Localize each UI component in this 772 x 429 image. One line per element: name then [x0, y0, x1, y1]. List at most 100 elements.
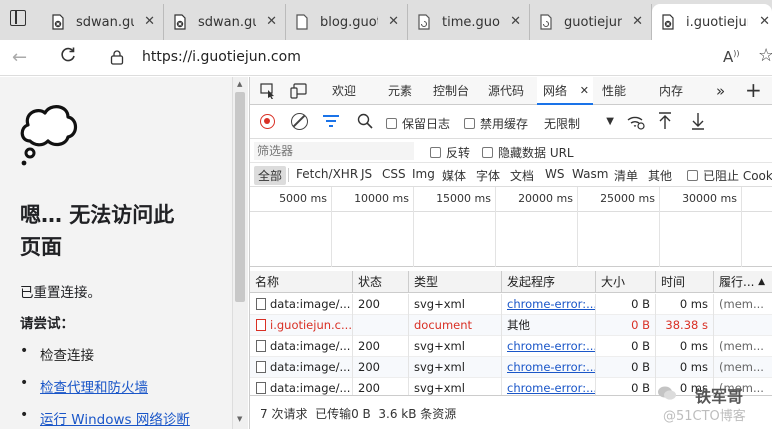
blocked-cookies-checkbox[interactable]: 已阻止 Cook [687, 167, 772, 184]
clear-icon[interactable] [291, 113, 308, 130]
column-header-status[interactable]: 状态 [353, 271, 409, 293]
type-filter-doc[interactable]: 文档 [510, 167, 534, 184]
bullet-icon: • [20, 375, 29, 391]
url-text[interactable]: https://i.guotiejun.com [142, 49, 301, 65]
preserve-log-checkbox[interactable]: 保留日志 [386, 115, 450, 132]
browser-tab-strip: sdwan.guc ✕ sdwan.guc ✕ blog.guoti ✕ tim… [0, 0, 772, 40]
type-filter-all[interactable]: 全部 [254, 166, 287, 185]
export-har-icon[interactable] [691, 111, 705, 131]
timeline-tick-label: 20000 ms [518, 192, 573, 205]
type-filter-other[interactable]: 其他 [648, 167, 672, 184]
timeline-tick: 15000 ms [414, 187, 496, 267]
favorites-star-icon[interactable]: ☆ [758, 45, 772, 66]
filter-input[interactable] [254, 142, 414, 160]
timeline-tick-label: 5000 ms [279, 192, 327, 205]
search-icon[interactable] [357, 113, 373, 129]
close-icon[interactable]: ✕ [580, 77, 589, 105]
devtools-tab-sources[interactable]: 源代码 [488, 77, 524, 105]
type-filter-manifest[interactable]: 清单 [614, 167, 638, 184]
url-box[interactable]: https://i.guotiejun.com [104, 44, 772, 72]
timeline-tick-label: 30000 ms [682, 192, 737, 205]
invert-checkbox[interactable]: 反转 [430, 144, 470, 161]
close-icon[interactable]: ✕ [632, 14, 643, 29]
filter-icon[interactable] [323, 114, 339, 128]
cell-status: 200 [353, 336, 409, 357]
devtools-tab-welcome[interactable]: 欢迎 [332, 77, 356, 105]
network-timeline: 5000 ms 10000 ms 15000 ms 20000 ms 25000… [250, 187, 772, 267]
table-row[interactable]: data:image/... 200 svg+xml chrome-error:...… [250, 336, 772, 357]
table-row[interactable]: i.guotiejun.c... document 其他 0 B 38.38 s [250, 315, 772, 336]
type-filter-media[interactable]: 媒体 [442, 167, 466, 184]
record-icon[interactable] [260, 114, 275, 129]
close-icon[interactable]: ✕ [144, 14, 155, 29]
close-icon[interactable]: ✕ [759, 14, 770, 29]
timeline-tick: 25000 ms [578, 187, 660, 267]
disable-cache-checkbox[interactable]: 禁用缓存 [464, 115, 528, 132]
type-filter-wasm[interactable]: Wasm [572, 167, 608, 181]
column-header-time[interactable]: 时间 [656, 271, 714, 293]
close-icon[interactable]: ✕ [266, 14, 277, 29]
column-header-type[interactable]: 类型 [409, 271, 502, 293]
device-emulation-icon[interactable] [290, 83, 308, 99]
type-filter-font[interactable]: 字体 [476, 167, 500, 184]
browser-tab-active[interactable]: i.guotiejun ✕ [652, 4, 772, 40]
import-har-icon[interactable] [658, 111, 672, 131]
cell-fulfilled: (mem... [719, 360, 764, 374]
network-conditions-icon[interactable] [626, 113, 646, 131]
tab-actions-icon[interactable] [10, 10, 26, 26]
blocked-cookies-label: 已阻止 Cook [703, 169, 772, 183]
refresh-icon[interactable] [58, 45, 78, 65]
back-icon[interactable]: ← [12, 47, 27, 68]
add-tab-icon[interactable]: + [745, 77, 762, 105]
devtools-tab-strip: 欢迎 元素 控制台 源代码 网络 ✕ 性能 内存 » + [250, 77, 772, 105]
type-filter-css[interactable]: CSS [382, 167, 406, 181]
cell-time: 0 ms [656, 336, 714, 357]
cell-type: svg+xml [409, 357, 502, 378]
browser-tab[interactable]: sdwan.guc ✕ [164, 4, 286, 40]
type-filter-js[interactable]: JS [361, 167, 372, 181]
cell-time: 0 ms [656, 357, 714, 378]
devtools-tab-memory[interactable]: 内存 [659, 77, 683, 105]
divider [288, 168, 289, 182]
scroll-up-icon[interactable]: ▲ [237, 80, 242, 88]
cell-name: data:image/... [250, 357, 353, 378]
browser-tab[interactable]: time.guoti ✕ [408, 4, 530, 40]
lock-icon[interactable] [110, 49, 124, 65]
throttling-value: 无限制 [544, 117, 581, 131]
devtools-tab-elements[interactable]: 元素 [388, 77, 412, 105]
column-header-initiator[interactable]: 发起程序 [502, 271, 596, 293]
browser-tab[interactable]: sdwan.guc ✕ [42, 4, 164, 40]
close-icon[interactable]: ✕ [510, 14, 521, 29]
more-tabs-icon[interactable]: » [716, 77, 725, 105]
hide-data-urls-checkbox[interactable]: 隐藏数据 URL [482, 144, 574, 161]
scroll-down-icon[interactable]: ▼ [237, 415, 242, 423]
inspect-element-icon[interactable] [260, 83, 276, 100]
column-header-name[interactable]: 名称 [250, 271, 353, 293]
close-icon[interactable]: ✕ [388, 14, 399, 29]
page-scroll-thumb[interactable] [235, 92, 245, 302]
cell-initiator: chrome-error:... [502, 336, 596, 357]
table-row[interactable]: data:image/... 200 svg+xml chrome-error:...… [250, 357, 772, 378]
suggestion-link[interactable]: 检查代理和防火墙 [40, 376, 148, 396]
devtools-tab-console[interactable]: 控制台 [433, 77, 469, 105]
browser-tab[interactable]: guotiejun ✕ [530, 4, 652, 40]
throttling-select[interactable]: 无限制 ▼ [544, 115, 614, 132]
suggestion-link[interactable]: 运行 Windows 网络诊断 [40, 408, 190, 428]
browser-tab[interactable]: blog.guoti ✕ [286, 4, 408, 40]
table-row[interactable]: data:image/... 200 svg+xml chrome-error:...… [250, 294, 772, 315]
column-header-size[interactable]: 大小 [596, 271, 656, 293]
cell-type: document [409, 315, 502, 336]
type-filter-img[interactable]: Img [412, 167, 435, 181]
devtools-tab-network[interactable]: 网络 ✕ [537, 77, 593, 105]
read-aloud-icon[interactable]: A)) [723, 48, 740, 66]
devtools-tab-performance[interactable]: 性能 [602, 77, 626, 105]
error-message: 已重置连接。 [20, 285, 101, 301]
bullet-icon: • [20, 407, 29, 423]
type-filter-fetch-xhr[interactable]: Fetch/XHR [296, 167, 358, 181]
type-filter-ws[interactable]: WS [545, 167, 564, 181]
dropdown-arrow-icon: ▼ [606, 116, 614, 127]
checkbox-box [386, 118, 397, 129]
column-header-fulfilled[interactable]: 履行... ▲ [714, 271, 772, 293]
cell-name: i.guotiejun.c... [250, 315, 353, 336]
document-error-icon [660, 14, 676, 30]
